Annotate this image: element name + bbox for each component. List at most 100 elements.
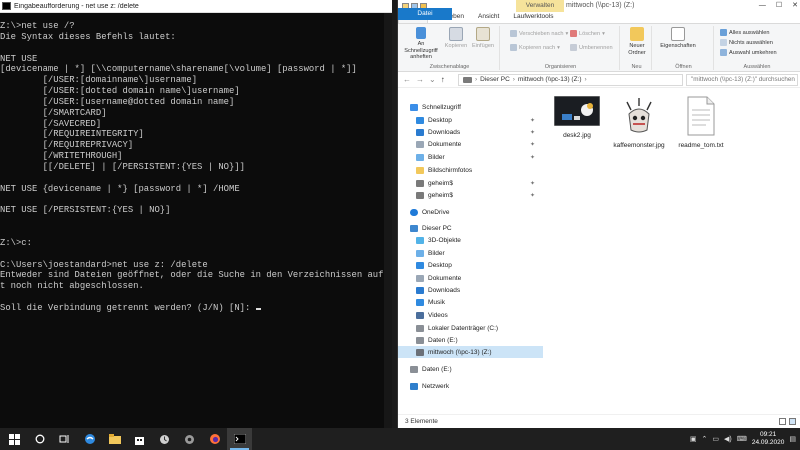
move-to-button[interactable]: Verschieben nach ▾ (510, 30, 568, 37)
nav-label: Bilder (428, 249, 445, 257)
file-item[interactable]: desk2.jpg (550, 95, 604, 139)
back-arrow-icon[interactable]: ← (403, 75, 411, 84)
start-button[interactable] (2, 428, 27, 450)
cmd-output[interactable]: Z:\>net use /? Die Syntax dieses Befehls … (0, 13, 392, 428)
properties-button[interactable]: Eigenschaften (660, 27, 696, 50)
nav-item-data-drive-2[interactable]: Daten (E:) (398, 363, 543, 375)
people-icon[interactable]: ▣ (690, 435, 697, 443)
clock-app-icon (160, 434, 169, 444)
copy-button[interactable]: Kopieren (444, 27, 468, 50)
group-select: Alles auswählen Nichts auswählen Auswahl… (716, 26, 798, 70)
close-icon[interactable]: ✕ (792, 0, 798, 12)
item-count: 3 Elemente (405, 418, 438, 425)
file-name: desk2.jpg (563, 132, 591, 139)
large-icons-view-icon[interactable] (789, 418, 796, 425)
clock[interactable]: 09:21 24.09.2020 (752, 431, 785, 447)
firefox-button[interactable] (202, 428, 227, 450)
new-folder-icon (630, 27, 644, 41)
copy-to-button[interactable]: Kopieren nach ▾ (510, 44, 560, 51)
nav-item-network[interactable]: Netzwerk (398, 380, 543, 392)
nav-item-documents[interactable]: Dokumente ✦ (398, 138, 543, 150)
folder-icon (416, 166, 424, 174)
invert-selection-button[interactable]: Auswahl umkehren (720, 49, 777, 56)
nav-item-music[interactable]: Musik (398, 296, 543, 308)
forward-arrow-icon[interactable]: → (416, 75, 424, 84)
new-folder-button[interactable]: Neuer Ordner (623, 27, 651, 56)
paste-button[interactable]: Einfügen (470, 27, 496, 50)
nav-item-pc-desktop[interactable]: Desktop (398, 259, 543, 271)
cmd-line: [/WRITETHROUGH] (0, 151, 123, 162)
nav-item-pc-downloads[interactable]: Downloads (398, 284, 543, 296)
image-thumbnail-icon (553, 95, 601, 127)
cmd-scrollbar[interactable] (384, 13, 392, 428)
context-tab-manage[interactable]: Verwalten (516, 0, 564, 12)
recent-chevron-icon[interactable]: ⌄ (429, 75, 436, 84)
cmd-line: t noch nicht abgeschlossen. (0, 281, 144, 292)
store-button[interactable] (127, 428, 152, 450)
volume-icon[interactable]: ◀) (724, 435, 732, 443)
explorer-titlebar[interactable]: Verwalten mittwoch (\\pc-13) (Z:) — ☐ ✕ (398, 0, 800, 12)
chevron-up-icon[interactable]: ⌃ (702, 435, 708, 443)
tab-datei[interactable]: Datei (398, 8, 452, 20)
network-icon[interactable]: ▭ (712, 435, 719, 443)
task-view-button[interactable] (52, 428, 77, 450)
cmd-line (0, 249, 392, 260)
breadcrumb-drive[interactable]: mittwoch (\\pc-13) (Z:) (518, 76, 582, 83)
details-view-icon[interactable] (779, 418, 786, 425)
nav-item-geheim-1[interactable]: geheim$ ✦ (398, 177, 543, 189)
address-bar[interactable]: › Dieser PC › mittwoch (\\pc-13) (Z:) › (458, 73, 683, 86)
rename-button[interactable]: Umbenennen (570, 44, 613, 51)
nav-item-this-pc[interactable]: Dieser PC (398, 222, 543, 234)
search-input[interactable]: "mittwoch (\\pc-13) (Z:)" durchsuchen (686, 73, 798, 86)
cmd-line: Soll die Verbindung getrennt werden? (J/… (0, 303, 392, 314)
nav-label: Dieser PC (422, 224, 452, 232)
nav-item-pc-documents[interactable]: Dokumente (398, 272, 543, 284)
nav-item-screenshots[interactable]: Bildschirmfotos (398, 164, 543, 176)
nav-item-downloads[interactable]: Downloads ✦ (398, 126, 543, 138)
breadcrumb-this-pc[interactable]: Dieser PC (480, 76, 510, 83)
nav-item-pc-pictures[interactable]: Bilder (398, 247, 543, 259)
nav-item-3d-objects[interactable]: 3D-Objekte (398, 234, 543, 246)
explorer-window[interactable]: Verwalten mittwoch (\\pc-13) (Z:) — ☐ ✕ … (397, 0, 800, 428)
edge-button[interactable] (77, 428, 102, 450)
download-icon (416, 128, 424, 136)
cmd-titlebar[interactable]: Eingabeaufforderung - net use z: /delete (0, 0, 392, 13)
nav-item-geheim-2[interactable]: geheim$ ✦ (398, 189, 543, 201)
nav-item-quick-access[interactable]: Schnellzugriff (398, 101, 543, 113)
nav-item-desktop[interactable]: Desktop ✦ (398, 114, 543, 126)
delete-button[interactable]: Löschen ▾ (570, 30, 605, 37)
maximize-icon[interactable]: ☐ (776, 0, 782, 12)
clock-app-button[interactable] (152, 428, 177, 450)
keyboard-icon[interactable]: ⌨ (737, 435, 747, 443)
nav-label: Dokumente (428, 274, 462, 282)
tab-laufwerktools[interactable]: Laufwerktools (506, 11, 560, 23)
file-item[interactable]: kaffeemonster.jpg (612, 96, 666, 149)
tab-ansicht[interactable]: Ansicht (471, 11, 506, 23)
nav-label: Videos (428, 311, 448, 319)
minimize-icon[interactable]: — (759, 0, 766, 12)
notifications-icon[interactable]: ▤ (789, 435, 796, 443)
cmd-line: [/REQUIREPRIVACY] (0, 140, 134, 151)
nav-item-onedrive[interactable]: OneDrive (398, 206, 543, 218)
select-none-button[interactable]: Nichts auswählen (720, 39, 773, 46)
cmd-window[interactable]: Eingabeaufforderung - net use z: /delete… (0, 0, 392, 428)
copy-icon (449, 27, 463, 41)
nav-item-pictures[interactable]: Bilder ✦ (398, 151, 543, 163)
nav-label: geheim$ (428, 179, 453, 187)
nav-item-local-disk[interactable]: Lokaler Datenträger (C:) (398, 322, 543, 334)
select-all-button[interactable]: Alles auswählen (720, 29, 769, 36)
nav-item-mittwoch[interactable]: mittwoch (\\pc-13) (Z:) (398, 346, 543, 358)
cmd-line: NET USE [/PERSISTENT:{YES | NO}] (0, 205, 171, 216)
up-arrow-icon[interactable]: ↑ (441, 75, 445, 84)
nav-item-data-drive[interactable]: Daten (E:) (398, 334, 543, 346)
file-list[interactable]: desk2.jpg kaffeemonster.jpg readme_tom.t… (546, 88, 800, 414)
search-button[interactable] (27, 428, 52, 450)
group-open: Eigenschaften Öffnen (654, 26, 714, 70)
nav-item-videos[interactable]: Videos (398, 309, 543, 321)
file-explorer-taskbar-button[interactable] (102, 428, 127, 450)
file-item[interactable]: readme_tom.txt (674, 96, 728, 149)
cmd-taskbar-button[interactable] (227, 428, 252, 450)
pin-quick-access-button[interactable]: An Schnellzugriff anheften (402, 27, 440, 61)
video-icon (416, 311, 424, 319)
settings-button[interactable] (177, 428, 202, 450)
